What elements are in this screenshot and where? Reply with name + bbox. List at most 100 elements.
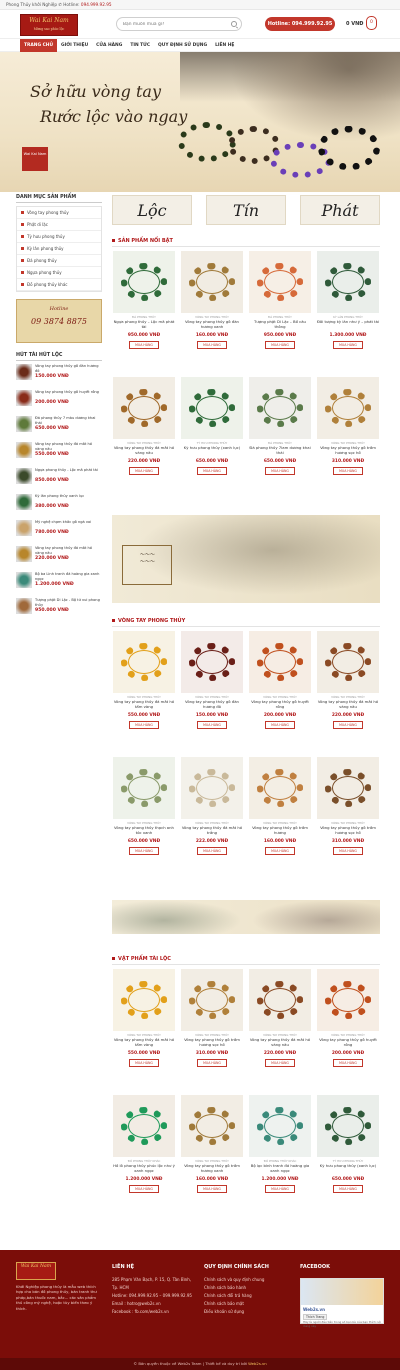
product-card[interactable]: VÒNG TAY PHONG THỦY Vòng tay phong thủy g… [248, 631, 312, 729]
sidebar-ad[interactable]: Hotline 09 3874 8875 [16, 299, 102, 343]
tin-banner[interactable]: Tín [206, 195, 286, 225]
hot-item-name[interactable]: Đá phong thủy 7 màu dương khai thái [35, 416, 102, 426]
hot-item[interactable]: Bộ ba Linh tranh đá hoàng gia xanh ngọc 1… [16, 572, 102, 594]
product-card[interactable]: VÒNG TAY PHONG THỦY Vòng tay phong thủy đ… [180, 757, 244, 855]
copyright-brand[interactable]: Web2s.vn [248, 1361, 267, 1366]
search-icon[interactable] [231, 21, 237, 27]
product-image[interactable] [249, 969, 311, 1031]
category-item[interactable]: Tỳ hưu phong thủy [17, 231, 101, 243]
buy-button[interactable]: MUA HÀNG [265, 341, 295, 349]
product-image[interactable] [317, 251, 379, 313]
product-card[interactable]: VÒNG TAY PHONG THỦY Vòng tay phong thủy g… [180, 969, 244, 1067]
product-name[interactable]: Vòng tay phong thủy đá mắt hổ vàng nâu [316, 700, 380, 713]
buy-button[interactable]: MUA HÀNG [197, 721, 227, 729]
hot-item[interactable]: Vòng tay phong thủy đá mắt hổ vàng nâu 55… [16, 442, 102, 464]
scroll-banner[interactable]: 〜〜〜 〜〜〜 [112, 515, 380, 603]
buy-button[interactable]: MUA HÀNG [333, 1059, 363, 1067]
nav-item-terms[interactable]: QUY ĐỊNH SỬ DỤNG [154, 39, 211, 52]
calligraphy-strip[interactable] [112, 900, 380, 934]
product-card[interactable]: VÒNG TAY PHONG THỦY Vòng tay phong thủy t… [112, 757, 176, 855]
product-image[interactable] [113, 969, 175, 1031]
product-card[interactable]: TỲ HƯU PHONG THỦY Kỳ hưu phong thủy (xanh… [316, 1095, 380, 1193]
hotline-button[interactable]: Hotline: 094.999.92.95 [265, 17, 335, 31]
buy-button[interactable]: MUA HÀNG [333, 467, 363, 475]
policy-link[interactable]: Chính sách bảo hành [204, 1284, 290, 1292]
nav-item-news[interactable]: TIN TỨC [126, 39, 154, 52]
buy-button[interactable]: MUA HÀNG [333, 721, 363, 729]
product-image[interactable] [113, 377, 175, 439]
product-card[interactable]: VÒNG TAY PHONG THỦY Vòng tay phong thủy đ… [248, 969, 312, 1067]
product-card[interactable]: ĐỒ PHONG THỦY KHÁC Hồ lô phong thủy phúc … [112, 1095, 176, 1193]
product-card[interactable]: ĐÁ PHONG THỦY Đá phong thủy 7lam dương kh… [248, 377, 312, 475]
product-image[interactable] [317, 969, 379, 1031]
buy-button[interactable]: MUA HÀNG [197, 1185, 227, 1193]
product-image[interactable] [317, 1095, 379, 1157]
nav-item-home[interactable]: TRANG CHỦ [20, 39, 58, 52]
hot-item-name[interactable]: Vòng tay phong thủy gỗ đàn hương đỏ [35, 364, 102, 374]
product-name[interactable]: Đá phong thủy 7lam dương khai thái [248, 446, 312, 459]
phat-banner[interactable]: Phát [300, 195, 380, 225]
category-item[interactable]: Phật di lặc [17, 219, 101, 231]
product-name[interactable]: Vòng tay phong thủy gỗ trầm hương sọc hồ [316, 826, 380, 839]
hot-item-name[interactable]: Ngựa phong thủy - Lộc mã phát tài [35, 468, 98, 478]
buy-button[interactable]: MUA HÀNG [197, 847, 227, 855]
product-image[interactable] [181, 377, 243, 439]
buy-button[interactable]: MUA HÀNG [129, 341, 159, 349]
product-name[interactable]: Vòng tay phong thủy gỗ trầm hương sọc hồ [316, 446, 380, 459]
buy-button[interactable]: MUA HÀNG [333, 341, 363, 349]
cart-icon[interactable]: 0 [366, 16, 377, 30]
fb-page-name[interactable]: Web2s.vn [301, 1305, 383, 1314]
buy-button[interactable]: MUA HÀNG [129, 1059, 159, 1067]
category-item[interactable]: Đồ phong thủy khác [17, 279, 101, 291]
policy-link[interactable]: Điều khoản sử dụng [204, 1308, 290, 1316]
product-name[interactable]: Đôi tượng kỳ lân như ý – phát tài [316, 320, 380, 333]
product-card[interactable]: TỲ HƯU PHONG THỦY Kỳ hưu phong thủy (xanh… [180, 377, 244, 475]
product-image[interactable] [249, 251, 311, 313]
category-item[interactable]: Kỳ lân phong thủy [17, 243, 101, 255]
category-item[interactable]: Vòng tay phong thủy [17, 207, 101, 219]
product-image[interactable] [249, 631, 311, 693]
product-card[interactable]: VÒNG TAY PHONG THỦY Vòng tay phong thủy đ… [112, 377, 176, 475]
policy-link[interactable]: Chính sách và quy định chung [204, 1276, 290, 1284]
product-image[interactable] [181, 969, 243, 1031]
product-name[interactable]: Ngựa phong thủy – Lộc mã phát tài [112, 320, 176, 333]
product-image[interactable] [113, 631, 175, 693]
product-image[interactable] [317, 757, 379, 819]
footer-logo[interactable]: Wai Kai Nam [16, 1262, 56, 1280]
product-image[interactable] [113, 251, 175, 313]
hot-item[interactable]: Vòng tay phong thủy gỗ đàn hương đỏ 150.0… [16, 364, 102, 386]
nav-item-shop[interactable]: CỬA HÀNG [92, 39, 126, 52]
buy-button[interactable]: MUA HÀNG [129, 721, 159, 729]
buy-button[interactable]: MUA HÀNG [265, 467, 295, 475]
hero-banner[interactable]: Sở hữu vòng tay Rước lộc vào ngay Wai Ka… [0, 52, 400, 192]
hot-item[interactable]: Vòng tay phong thủy đá mắt hổ vàng nâu 22… [16, 546, 102, 568]
product-image[interactable] [181, 757, 243, 819]
product-card[interactable]: VÒNG TAY PHONG THỦY Vòng tay phong thủy g… [248, 757, 312, 855]
buy-button[interactable]: MUA HÀNG [129, 1185, 159, 1193]
site-logo[interactable]: Wai Kai Nam Mừng sao phúc lộc [20, 14, 78, 36]
hot-item-name[interactable]: Kỳ lân phong thủy xanh lục [35, 494, 84, 504]
facebook-widget[interactable]: Web2s.vn Thích Trang Hãy là người đầu ti… [300, 1278, 384, 1327]
product-image[interactable] [181, 631, 243, 693]
nav-item-about[interactable]: GIỚI THIỆU [57, 39, 92, 52]
buy-button[interactable]: MUA HÀNG [333, 847, 363, 855]
product-name[interactable]: Vòng tay phong thủy gỗ đàn hương đỏ [180, 700, 244, 713]
product-card[interactable]: ĐỒ PHONG THỦY KHÁC Bộ lọc bình tranh đá h… [248, 1095, 312, 1193]
product-name[interactable]: Vòng tay phong thủy gỗ trầm hương sọc hồ [180, 1038, 244, 1051]
hot-item[interactable]: Ngựa phong thủy - Lộc mã phát tài 850.000… [16, 468, 102, 490]
product-name[interactable]: Vòng tay phong thủy đá mắt hổ vàng nâu [112, 446, 176, 459]
buy-button[interactable]: MUA HÀNG [197, 341, 227, 349]
product-name[interactable]: Vòng tay phong thủy đá mắt hổ vàng nâu [248, 1038, 312, 1051]
product-image[interactable] [317, 377, 379, 439]
product-card[interactable]: KỲ LÂN PHONG THỦY Đôi tượng kỳ lân như ý … [316, 251, 380, 349]
product-card[interactable]: VÒNG TAY PHONG THỦY Vòng tay phong thủy đ… [316, 631, 380, 729]
product-name[interactable]: Kỳ hưu phong thủy (xanh lục) [316, 1164, 380, 1177]
product-card[interactable]: VÒNG TAY PHONG THỦY Vòng tay phong thủy đ… [112, 631, 176, 729]
footer-email[interactable]: Email : hotro@web2s.vn [112, 1300, 198, 1308]
hot-item-name[interactable]: Vòng tay phong thủy đá mắt hổ vàng nâu [35, 442, 102, 452]
product-card[interactable]: ĐÁ PHONG THỦY Tượng phật Di Lặc – Bồ câu … [248, 251, 312, 349]
product-name[interactable]: Vòng tay phong thủy gỗ trầm hương [248, 826, 312, 839]
product-card[interactable]: VÒNG TAY PHONG THỦY Vòng tay phong thủy g… [316, 969, 380, 1067]
hot-item-name[interactable]: Tượng phật Di Lặc - Bộ tứ vui phong thủy [35, 598, 102, 608]
policy-link[interactable]: Chính sách bảo mật [204, 1300, 290, 1308]
